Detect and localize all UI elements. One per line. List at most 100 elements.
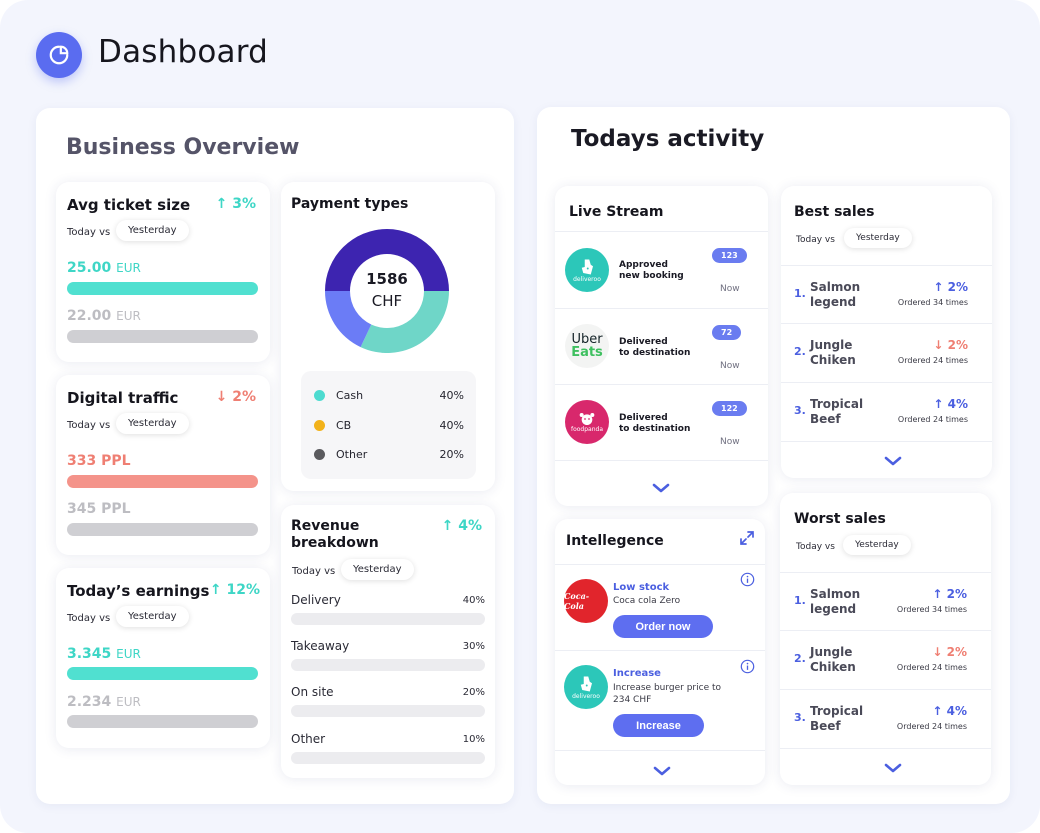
sales-delta-value: 2% — [947, 338, 968, 352]
divider — [780, 748, 991, 749]
panda-icon — [579, 412, 595, 425]
dish-name-line1: Jungle — [810, 645, 853, 659]
yesterday-pill[interactable]: Yesterday — [341, 559, 414, 580]
yesterday-pill[interactable]: Yesterday — [844, 228, 912, 248]
earnings-delta: ↑ 12% — [210, 582, 260, 598]
worst-sales-row[interactable]: 3. Tropical Beef ↑ 4% Ordered 24 times — [780, 690, 991, 748]
message-line1: Approved — [619, 260, 668, 270]
sales-delta-value: 2% — [947, 280, 968, 294]
todays-activity-title: Todays activity — [571, 126, 765, 152]
earnings-delta-value: 12% — [226, 582, 260, 598]
order-now-button[interactable]: Order now — [613, 615, 713, 638]
revenue-row-track — [291, 752, 485, 764]
revenue-row-label: On site — [291, 685, 334, 699]
alert-text: Increase burger price to 234 CHF — [613, 682, 721, 706]
dish-name: Tropical Beef — [810, 397, 863, 427]
rank-number: 3. — [794, 404, 806, 417]
sales-delta-value: 2% — [946, 645, 967, 659]
earnings-current: 3.345 EUR — [67, 646, 141, 662]
dish-name-line1: Salmon — [810, 280, 861, 294]
worst-sales-row[interactable]: 2. Jungle Chiken ↓ 2% Ordered 24 times — [780, 631, 991, 689]
chevron-down-icon[interactable] — [883, 452, 903, 471]
avg-ticket-current: 25.00 EUR — [67, 260, 141, 276]
today-vs-label: Today vs — [67, 420, 111, 431]
avg-ticket-previous-bar — [67, 330, 258, 343]
digital-traffic-card: Digital traffic ↓ 2% Today vs Yesterday … — [56, 375, 270, 555]
revenue-breakdown-card: Revenue breakdown ↑ 4% Today vs Yesterda… — [281, 505, 495, 778]
revenue-row-onsite: On site 20% — [291, 685, 485, 717]
dish-name-line2: legend — [810, 295, 857, 309]
revenue-row-label: Takeaway — [291, 639, 350, 653]
chevron-down-icon[interactable] — [883, 759, 903, 778]
timestamp: Now — [720, 437, 740, 447]
intelligence-title: Intellegence — [566, 533, 664, 549]
dashboard-frame: Dashboard Business Overview Avg ticket s… — [0, 0, 1040, 833]
deliveroo-logo: deliveroo — [564, 665, 608, 709]
digital-traffic-current: 333 PPL — [67, 453, 131, 469]
info-icon[interactable] — [740, 572, 755, 591]
live-stream-title: Live Stream — [569, 204, 664, 220]
payment-legend: Cash 40% CB 40% Other 20% — [301, 371, 476, 479]
intelligence-card: Intellegence Coca-Cola Low stock Coca co… — [555, 519, 765, 785]
dish-name: Jungle Chiken — [810, 338, 856, 368]
revenue-row-delivery: Delivery 40% — [291, 593, 485, 625]
digital-traffic-delta-value: 2% — [232, 389, 256, 405]
sales-delta: ↑ 2% — [933, 280, 968, 294]
arrow-up-icon: ↑ — [209, 582, 227, 598]
dish-name: Salmon legend — [810, 587, 860, 617]
dish-name: Tropical Beef — [810, 704, 863, 734]
kangaroo-icon — [580, 676, 592, 691]
booking-count-badge: 72 — [712, 325, 742, 340]
message-line2: to destination — [619, 424, 691, 434]
avg-ticket-current-unit: EUR — [116, 261, 141, 275]
sales-delta: ↓ 2% — [933, 338, 968, 352]
divider — [555, 650, 765, 651]
today-vs-label: Today vs — [292, 566, 336, 577]
live-stream-item[interactable]: Uber Eats Delivered to destination 72 No… — [555, 309, 768, 385]
chevron-down-icon[interactable] — [652, 762, 672, 781]
yesterday-pill[interactable]: Yesterday — [116, 220, 189, 241]
live-stream-item[interactable]: deliveroo Approved new booking 123 Now — [555, 232, 768, 308]
rank-number: 2. — [794, 652, 806, 665]
divider — [781, 441, 992, 442]
best-sales-row[interactable]: 1. Salmon legend ↑ 2% Ordered 34 times — [781, 266, 992, 323]
dish-name-line2: Chiken — [810, 660, 856, 674]
legend-item-other: Other 20% — [314, 448, 464, 461]
today-vs-label: Today vs — [796, 235, 835, 245]
best-sales-row[interactable]: 2. Jungle Chiken ↓ 2% Ordered 24 times — [781, 324, 992, 382]
live-stream-message: Delivered to destination — [619, 337, 690, 359]
divider — [555, 750, 765, 751]
digital-traffic-previous: 345 PPL — [67, 501, 131, 517]
earnings-current-bar — [67, 667, 258, 680]
today-vs-label: Today vs — [67, 613, 111, 624]
alert-heading: Increase — [613, 668, 661, 679]
expand-icon[interactable] — [739, 530, 755, 550]
dish-name-line1: Tropical — [810, 704, 864, 718]
live-stream-message: Delivered to destination — [619, 413, 690, 435]
increase-button[interactable]: Increase — [613, 714, 704, 737]
live-stream-item[interactable]: foodpanda Delivered to destination 122 N… — [555, 385, 768, 461]
message-line2: new booking — [619, 271, 684, 281]
earnings-previous: 2.234 EUR — [67, 694, 141, 710]
alert-text-line2: 234 CHF — [613, 695, 652, 705]
chevron-down-icon[interactable] — [651, 479, 671, 498]
earnings-current-unit: EUR — [116, 647, 141, 661]
yesterday-pill[interactable]: Yesterday — [116, 606, 189, 627]
arrow-up-icon: ↑ — [933, 280, 948, 294]
payment-types-card: Payment types 1586 CHF Cash 40% CB 40% O… — [281, 182, 495, 491]
worst-sales-row[interactable]: 1. Salmon legend ↑ 2% Ordered 34 times — [780, 573, 991, 630]
digital-traffic-title: Digital traffic — [67, 389, 179, 407]
arrow-down-icon: ↓ — [215, 389, 233, 405]
legend-dot-cash — [314, 390, 325, 401]
dish-name-line2: Chiken — [810, 353, 856, 367]
yesterday-pill[interactable]: Yesterday — [116, 413, 189, 434]
best-sales-row[interactable]: 3. Tropical Beef ↑ 4% Ordered 24 times — [781, 383, 992, 441]
message-line1: Delivered — [619, 337, 668, 347]
digital-traffic-current-bar — [67, 475, 258, 488]
order-count: Ordered 34 times — [896, 605, 967, 614]
info-icon[interactable] — [740, 659, 755, 678]
live-stream-card: Live Stream deliveroo Approved new booki… — [555, 186, 768, 506]
yesterday-pill[interactable]: Yesterday — [843, 535, 911, 555]
dish-name: Salmon legend — [810, 280, 860, 310]
revenue-row-percent: 40% — [462, 595, 485, 606]
